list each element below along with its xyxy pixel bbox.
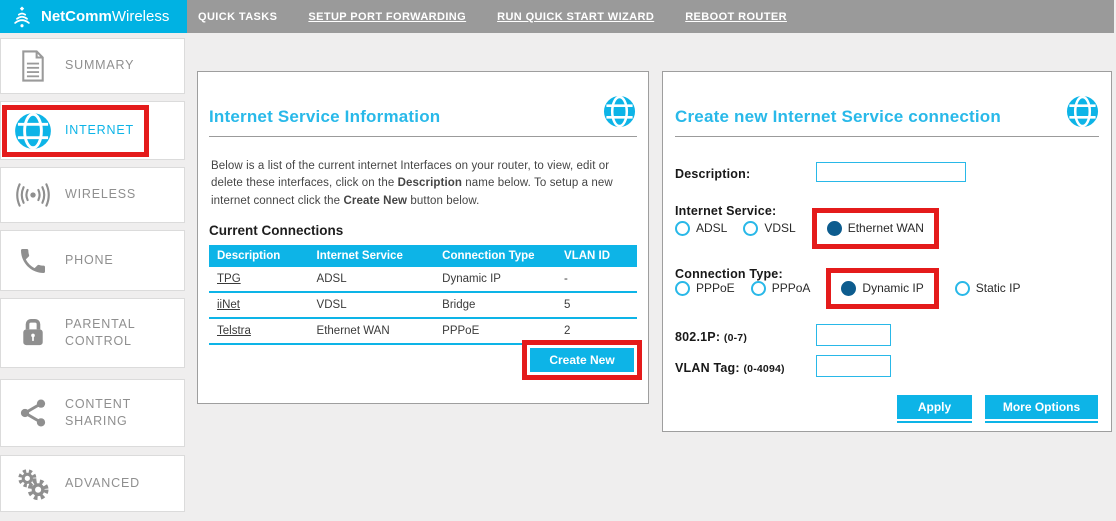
- gears-icon: [1, 467, 65, 501]
- internet-service-information-panel: Internet Service Information Below is a …: [197, 71, 649, 404]
- sidebar-item-label: WIRELESS: [65, 187, 136, 202]
- brand-name: NetCommWireless: [41, 8, 170, 25]
- sidebar-item-summary[interactable]: SUMMARY: [0, 38, 185, 94]
- connection-link-iinet[interactable]: iiNet: [217, 299, 240, 311]
- highlight-box-ethernet-wan: Ethernet WAN: [811, 207, 939, 249]
- radio-dynamic-ip[interactable]: Dynamic IP: [841, 280, 924, 296]
- sidebar-item-label: PARENTAL CONTROL: [65, 316, 136, 349]
- phone-icon: [1, 245, 65, 277]
- internet-service-options: ADSL VDSL Ethernet WAN: [675, 207, 939, 249]
- lock-icon: [1, 316, 65, 350]
- col-connection-type: Connection Type: [434, 244, 557, 267]
- panel-title: Internet Service Information: [209, 107, 441, 126]
- radio-static-ip[interactable]: Static IP: [954, 280, 1020, 296]
- radio-pppoa[interactable]: PPPoA: [750, 280, 810, 296]
- radio-circle-selected: [826, 220, 842, 236]
- globe-icon: [603, 95, 636, 128]
- col-vlan-id: VLAN ID: [556, 244, 637, 267]
- form-actions: Apply More Options: [897, 395, 1098, 419]
- panel-intro-text: Below is a list of the current internet …: [211, 160, 613, 207]
- description-label: Description:: [675, 167, 751, 181]
- nav-reboot-router[interactable]: REBOOT ROUTER: [685, 11, 787, 23]
- title-divider: [209, 136, 637, 137]
- 8021p-input[interactable]: [816, 324, 891, 346]
- radio-circle: [675, 220, 690, 236]
- highlight-box-dynamic-ip: Dynamic IP: [826, 267, 939, 309]
- vlan-tag-label: VLAN Tag: (0-4094): [675, 361, 785, 375]
- router-admin-page: NetCommWireless QUICK TASKS SETUP PORT F…: [0, 0, 1116, 521]
- connection-link-telstra[interactable]: Telstra: [217, 325, 251, 337]
- sidebar-item-label: INTERNET: [65, 122, 134, 137]
- nav-setup-port-forwarding[interactable]: SETUP PORT FORWARDING: [308, 11, 466, 23]
- radio-circle: [750, 280, 766, 296]
- radio-circle: [743, 220, 759, 236]
- create-new-button[interactable]: Create New: [530, 348, 634, 372]
- top-bar: NetCommWireless QUICK TASKS SETUP PORT F…: [0, 0, 1114, 33]
- radio-adsl[interactable]: ADSL: [675, 220, 727, 236]
- radio-vdsl[interactable]: VDSL: [743, 220, 796, 236]
- create-connection-panel: Create new Internet Service connection D…: [662, 71, 1112, 432]
- table-row: TPG ADSL Dynamic IP -: [209, 266, 637, 293]
- highlight-box-create-new: Create New: [522, 340, 642, 380]
- sidebar-item-label: CONTENT SHARING: [65, 396, 131, 429]
- description-input[interactable]: [816, 162, 966, 182]
- title-divider: [675, 136, 1099, 137]
- table-row: iiNet VDSL Bridge 5: [209, 291, 637, 319]
- nav-run-quick-start-wizard[interactable]: RUN QUICK START WIZARD: [497, 11, 654, 23]
- panel-title: Create new Internet Service connection: [675, 107, 1001, 126]
- sidebar-item-internet[interactable]: INTERNET: [0, 101, 185, 160]
- antenna-icon: [14, 5, 30, 27]
- sidebar-item-content-sharing[interactable]: CONTENT SHARING: [0, 379, 185, 447]
- wifi-signal-icon: [1, 182, 65, 208]
- nav-quick-tasks[interactable]: QUICK TASKS: [198, 11, 277, 23]
- radio-ethernet-wan[interactable]: Ethernet WAN: [826, 220, 924, 236]
- vlan-tag-input[interactable]: [816, 355, 891, 377]
- sidebar-item-label: PHONE: [65, 252, 114, 267]
- table-header-row: Description Internet Service Connection …: [209, 244, 637, 267]
- col-internet-service: Internet Service: [308, 244, 435, 267]
- radio-pppoe[interactable]: PPPoE: [675, 280, 735, 296]
- radio-circle: [675, 280, 690, 296]
- globe-icon: [1, 112, 65, 150]
- globe-icon: [1066, 95, 1099, 128]
- apply-button[interactable]: Apply: [897, 395, 972, 419]
- connections-table: Description Internet Service Connection …: [209, 244, 637, 345]
- brand-logo: NetCommWireless: [0, 0, 187, 33]
- radio-circle-selected: [841, 280, 857, 296]
- connection-type-options: PPPoE PPPoA Dynamic IP Static IP: [675, 267, 1020, 309]
- sidebar-item-label: ADVANCED: [65, 475, 140, 490]
- sidebar-item-parental-control[interactable]: PARENTAL CONTROL: [0, 298, 185, 368]
- document-icon: [1, 49, 65, 83]
- 8021p-label: 802.1P: (0-7): [675, 330, 748, 344]
- share-icon: [1, 397, 65, 429]
- sidebar-item-phone[interactable]: PHONE: [0, 230, 185, 291]
- more-options-button[interactable]: More Options: [985, 395, 1098, 419]
- quick-tasks-nav: QUICK TASKS SETUP PORT FORWARDING RUN QU…: [187, 0, 787, 33]
- sidebar-item-advanced[interactable]: ADVANCED: [0, 455, 185, 512]
- connection-link-tpg[interactable]: TPG: [217, 273, 241, 285]
- current-connections-heading: Current Connections: [209, 222, 344, 238]
- sidebar-item-wireless[interactable]: WIRELESS: [0, 167, 185, 223]
- sidebar-item-label: SUMMARY: [65, 58, 135, 73]
- radio-circle: [954, 280, 970, 296]
- col-description: Description: [209, 244, 309, 267]
